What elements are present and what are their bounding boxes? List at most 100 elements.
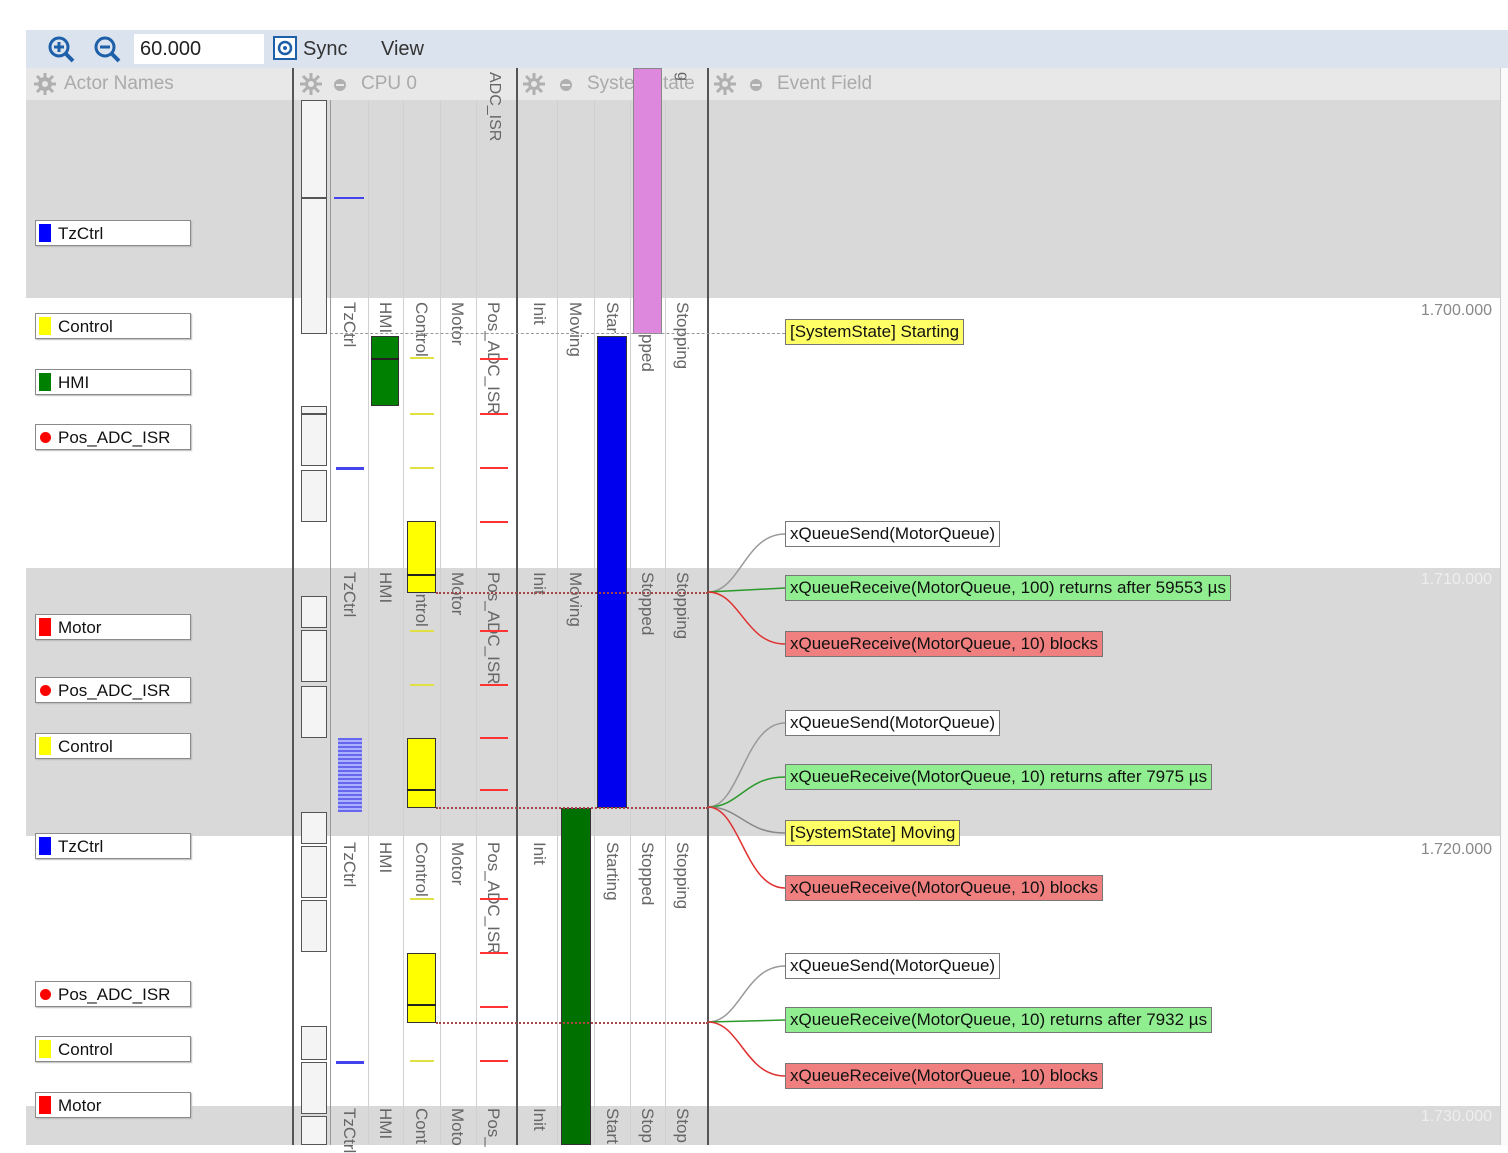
tzctrl-execution-bar[interactable] [338,738,362,812]
tzctrl-execution-mark[interactable] [336,1061,364,1064]
actor-label[interactable]: Motor [35,614,191,640]
timeline-navigator[interactable] [301,100,327,198]
pane-divider[interactable] [516,68,518,1145]
isr-tick[interactable] [480,898,508,900]
timeline-navigator[interactable] [301,1062,327,1114]
sync-button[interactable]: Sync [303,34,347,64]
actor-label[interactable]: HMI [35,369,191,395]
timeline-navigator[interactable] [301,900,327,952]
event-label[interactable]: xQueueReceive(MotorQueue, 10) returns af… [785,764,1213,790]
actor-label[interactable]: Pos_ADC_ISR [35,981,191,1007]
event-label[interactable]: xQueueReceive(MotorQueue, 10) returns af… [785,1007,1213,1033]
event-line [436,1022,708,1024]
isr-tick[interactable] [480,684,508,686]
lane-separator [476,100,477,1145]
control-execution-bar[interactable] [407,953,436,1023]
state-column-label: Init [530,1108,549,1131]
timeline-navigator[interactable] [301,470,327,522]
timeline-navigator[interactable] [301,1026,327,1060]
control-execution-divider [407,789,436,791]
color-swatch [39,224,51,242]
tzctrl-execution-mark[interactable] [334,197,364,199]
actor-label[interactable]: Control [35,313,191,339]
event-label[interactable]: xQueueSend(MotorQueue) [785,521,1001,547]
actor-label[interactable]: Motor [35,1092,191,1118]
zoom-in-icon[interactable] [46,34,76,64]
time-band [26,1106,1508,1145]
state-column-label: Stopping [673,572,692,640]
timeline-navigator[interactable] [301,812,327,844]
isr-tick[interactable] [480,789,508,791]
isr-tick[interactable] [480,467,508,469]
timeline-navigator[interactable] [301,406,327,414]
state-starting-bar[interactable] [597,336,627,808]
actor-label[interactable]: TzCtrl [35,220,191,246]
event-label[interactable]: [SystemState] Moving [785,820,961,846]
state-stopped-bar[interactable] [633,68,662,334]
pane-divider[interactable] [292,68,294,1145]
view-menu[interactable]: View [381,34,424,64]
timeline-navigator[interactable] [301,198,327,334]
collapse-icon[interactable] [558,73,574,95]
gear-icon[interactable] [523,73,545,95]
cpu-column-label: TzCtrl [340,302,359,348]
hmi-execution-bar[interactable] [371,336,399,406]
tzctrl-execution-mark[interactable] [336,467,364,470]
control-execution-bar[interactable] [407,521,436,593]
event-label[interactable]: xQueueSend(MotorQueue) [785,710,1001,736]
actor-label-text: Control [58,317,113,336]
actor-label[interactable]: Pos_ADC_ISR [35,677,191,703]
zoom-input[interactable]: 60.000 [134,34,264,64]
control-tick [410,684,434,686]
timeline-navigator[interactable] [301,1116,327,1145]
timeline-navigator[interactable] [301,686,327,738]
actor-label-text: Motor [58,1096,102,1115]
cpu-column-label: Motor [448,302,467,346]
event-label[interactable]: xQueueSend(MotorQueue) [785,953,1001,979]
isr-tick[interactable] [480,358,508,360]
isr-tick[interactable] [480,1006,508,1008]
actor-label[interactable]: Control [35,1036,191,1062]
state-column-label: Moving [566,572,585,627]
state-moving-bar[interactable] [561,808,591,1145]
isr-tick[interactable] [480,413,508,415]
actor-label[interactable]: Control [35,733,191,759]
isr-tick[interactable] [480,630,508,632]
event-label[interactable]: xQueueReceive(MotorQueue, 100) returns a… [785,575,1231,601]
state-column-label: pped [638,334,657,372]
timeline-navigator[interactable] [301,414,327,466]
vertical-scrollbar[interactable] [1500,68,1508,1145]
event-label[interactable]: xQueueReceive(MotorQueue, 10) blocks [785,1063,1104,1089]
gear-icon[interactable] [34,73,56,95]
zoom-out-icon[interactable] [92,34,122,64]
column-header-bar: Actor Names CPU 0 SystemState Event Fiel… [26,68,1508,100]
actor-label-text: Control [58,737,113,756]
cpu-column-label: TzCtrl [340,572,359,618]
collapse-icon[interactable] [332,73,348,95]
cpu-column-label: Moto [448,1108,467,1146]
gear-icon[interactable] [300,73,322,95]
isr-tick[interactable] [480,521,508,523]
cpu-column-label: Control [412,842,431,897]
collapse-icon[interactable] [748,73,764,95]
actor-label[interactable]: TzCtrl [35,833,191,859]
gear-icon[interactable] [714,73,736,95]
isr-tick[interactable] [480,1060,508,1062]
state-column-label: Stopping [673,842,692,910]
event-label[interactable]: xQueueReceive(MotorQueue, 10) blocks [785,875,1104,901]
lane-separator [630,100,631,1145]
color-swatch [39,373,51,391]
control-execution-bar[interactable] [407,738,436,808]
lane-separator [557,100,558,1145]
timeline-navigator[interactable] [301,846,327,898]
cpu-column-label: HMI [376,842,395,874]
isr-tick[interactable] [480,737,508,739]
actor-label[interactable]: Pos_ADC_ISR [35,424,191,450]
event-label[interactable]: [SystemState] Starting [785,319,965,345]
sync-icon[interactable] [272,34,298,64]
timeline-navigator[interactable] [301,596,327,628]
isr-tick[interactable] [480,952,508,954]
event-label[interactable]: xQueueReceive(MotorQueue, 10) blocks [785,631,1104,657]
timeline-navigator[interactable] [301,630,327,682]
actor-label-text: HMI [58,373,90,392]
